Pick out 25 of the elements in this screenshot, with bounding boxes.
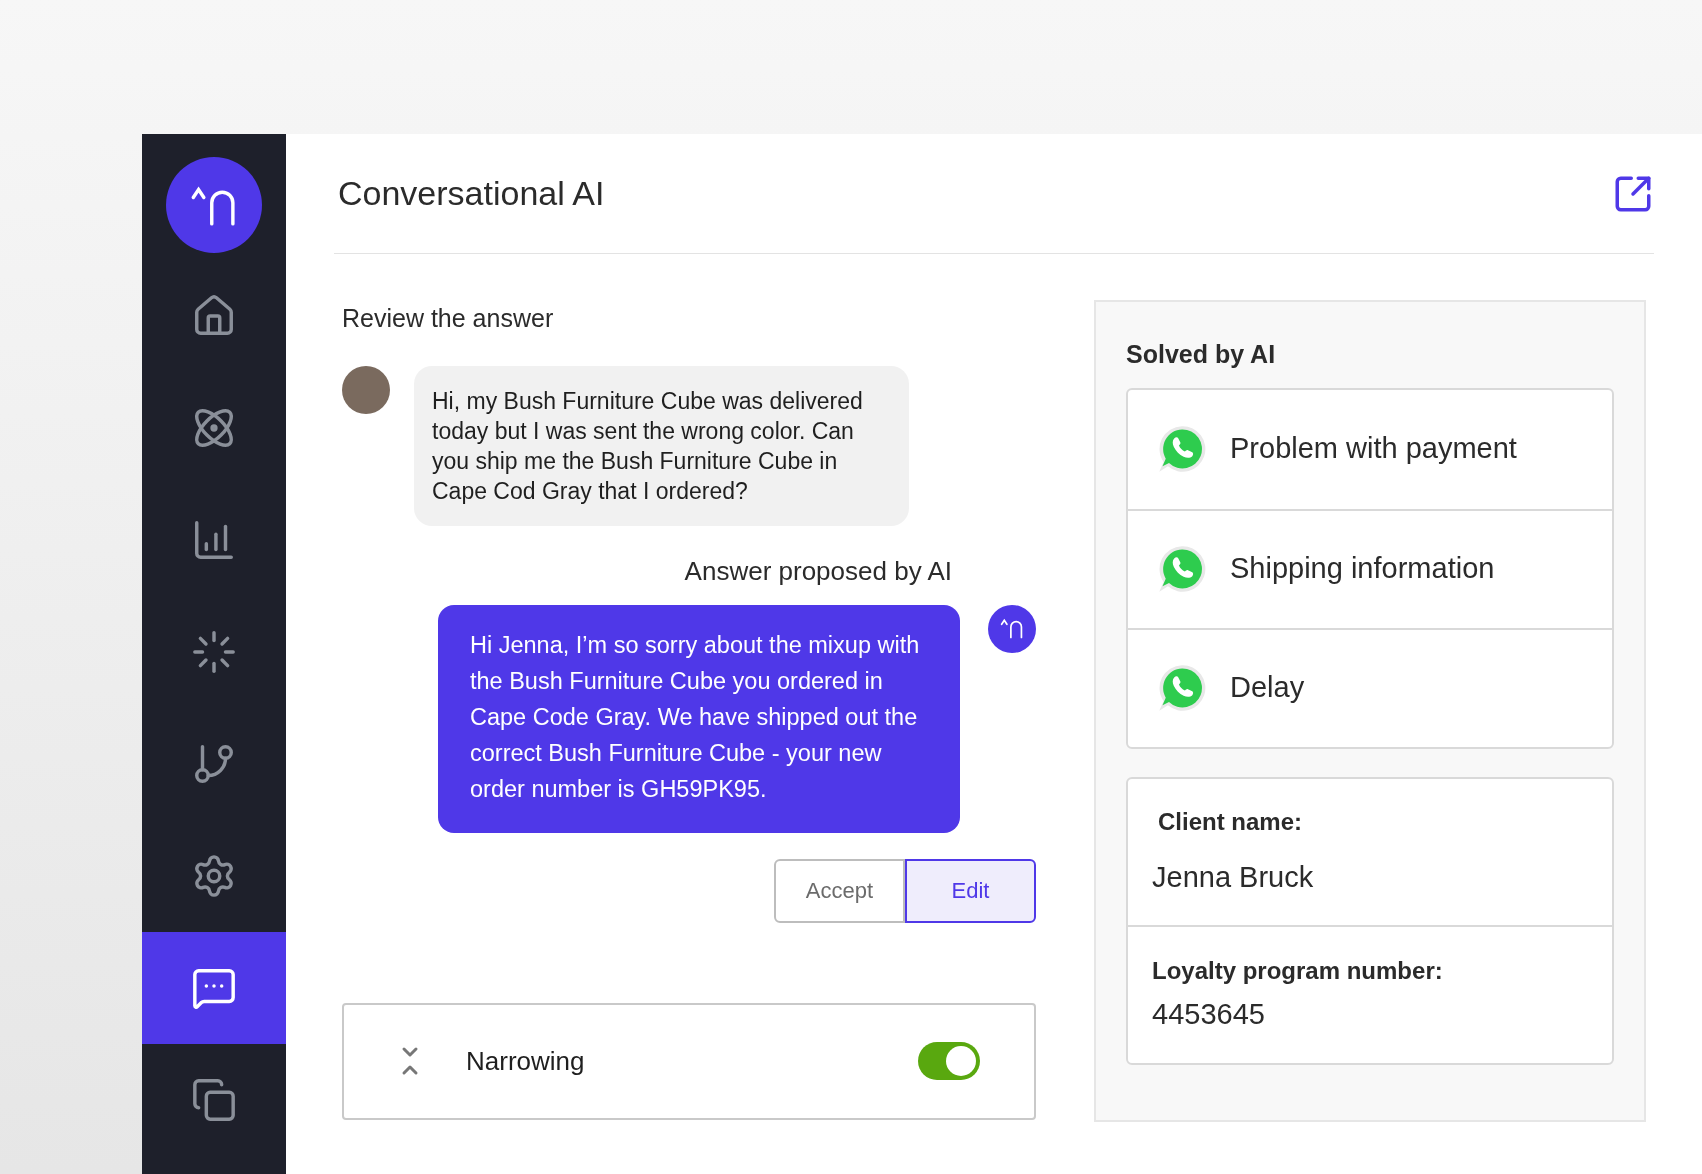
narrowing-toggle[interactable] (918, 1042, 980, 1080)
chat-bubble-phone-icon (1156, 543, 1208, 595)
sidebar-item[interactable] (142, 932, 286, 1044)
ai-message: Hi Jenna, I’m so sorry about the mixup with the Bush Furniture Cube you ordered in Cape Code Gray. We have shipped out the correct Bush Furniture Cube - your new order number is GH59PK95. (438, 604, 961, 833)
edit-button[interactable]: Edit (905, 858, 1036, 923)
narrowing-label: Narrowing (466, 1044, 586, 1078)
section-heading: Review the answer (342, 303, 555, 334)
burst-icon (191, 629, 237, 675)
chat-bubble-phone-icon (1156, 662, 1208, 714)
loyalty-number: 4453645 (1152, 996, 1266, 1032)
copy-icon (191, 1077, 237, 1123)
client-name: Jenna Bruck (1152, 859, 1315, 895)
page-title: Conversational AI (338, 173, 605, 214)
client-name-label: Client name: (1157, 806, 1304, 837)
topic-label: Shipping information (1230, 551, 1495, 587)
accept-button[interactable]: Accept (774, 858, 905, 923)
panel-title: Solved by AI (1126, 339, 1277, 370)
avatar-placeholder (342, 365, 390, 414)
customer-message: Hi, my Bush Furniture Cube was delivered today but I was sent the wrong color. Can you ship me the Bush Furniture Cube in Cape Cod Gray that I ordered? (414, 365, 909, 526)
ai-avatar-icon (988, 604, 1036, 653)
chat-bubble-phone-icon (1156, 423, 1208, 475)
loyalty-label: Loyalty program number: (1152, 955, 1444, 986)
proposed-answer-label: Answer proposed by AI (684, 554, 952, 588)
topic-label: Delay (1230, 670, 1305, 706)
topic-label: Problem with payment (1230, 431, 1517, 467)
